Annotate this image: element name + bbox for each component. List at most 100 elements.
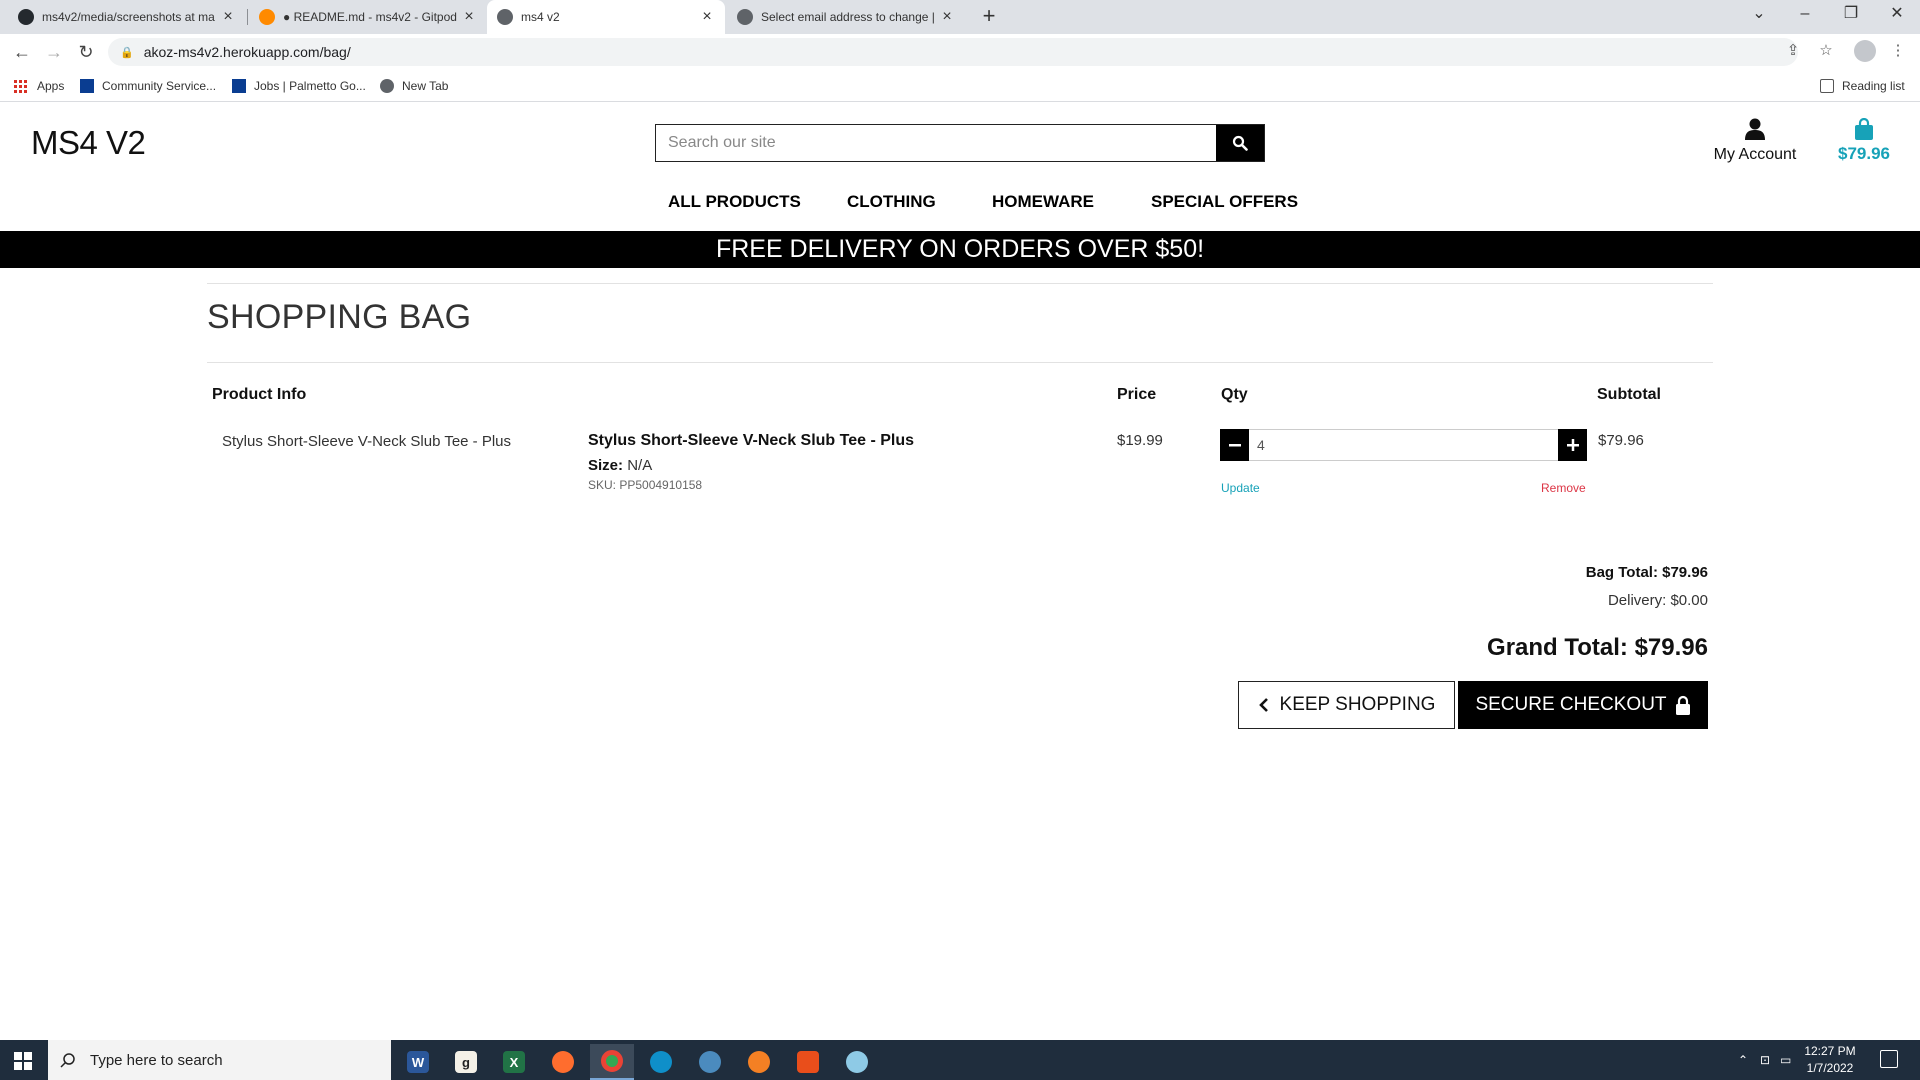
paint-app-icon[interactable] — [835, 1044, 879, 1080]
address-bar-row: ← → ↻ 🔒 akoz-ms4v2.herokuapp.com/bag/ ⇪ … — [0, 34, 1920, 70]
quantity-input[interactable] — [1249, 429, 1558, 461]
bookmark-new-tab[interactable]: New Tab — [380, 70, 448, 102]
shopping-bag-icon — [1855, 118, 1873, 140]
site-logo[interactable]: MS4 V2 — [31, 124, 146, 162]
excel-app-icon[interactable]: X — [492, 1044, 536, 1080]
goodreads-app-icon[interactable]: g — [444, 1044, 488, 1080]
bag-total: Bag Total: $79.96 — [1585, 564, 1708, 581]
header-qty: Qty — [1221, 386, 1248, 403]
gitpod-icon — [259, 9, 275, 25]
update-link[interactable]: Update — [1221, 481, 1260, 495]
windows-taskbar: Type here to search W g X ⌃ ⊡ ▭ 12:27 PM… — [0, 1040, 1920, 1080]
secure-checkout-button[interactable]: SECURE CHECKOUT — [1458, 681, 1708, 729]
keep-shopping-label: KEEP SHOPPING — [1279, 694, 1436, 715]
share-icon[interactable]: ⇪ — [1782, 40, 1804, 62]
firefox-app-icon[interactable] — [541, 1044, 585, 1080]
apps-grid-icon — [14, 79, 27, 93]
bookmark-jobs-palmetto[interactable]: Jobs | Palmetto Go... — [232, 70, 366, 102]
new-tab-button[interactable]: + — [976, 4, 1002, 30]
user-icon — [1745, 118, 1765, 140]
python-app-icon[interactable] — [688, 1044, 732, 1080]
tray-chevron-icon[interactable]: ⌃ — [1738, 1040, 1748, 1080]
nav-clothing[interactable]: CLOTHING — [847, 192, 936, 212]
minimize-button[interactable]: – — [1782, 0, 1828, 30]
nav-special-offers[interactable]: SPECIAL OFFERS — [1151, 192, 1298, 212]
search-input[interactable] — [656, 125, 1216, 161]
tray-network-icon[interactable]: ⊡ — [1760, 1040, 1770, 1080]
app-icon-orange[interactable] — [737, 1044, 781, 1080]
taskbar-search[interactable]: Type here to search — [48, 1040, 391, 1080]
close-tab-icon[interactable]: × — [699, 8, 715, 26]
reload-icon[interactable]: ↻ — [74, 40, 98, 64]
bookmark-label: Jobs | Palmetto Go... — [254, 79, 366, 93]
reading-list[interactable]: Reading list — [1820, 70, 1905, 102]
increment-button[interactable] — [1558, 429, 1587, 461]
search-icon — [1232, 135, 1248, 151]
size-label: Size: — [588, 457, 624, 474]
browser-tab-ms4v2[interactable]: ms4 v2 × — [487, 0, 725, 34]
browser-tab-admin[interactable]: Select email address to change | × — [727, 0, 965, 34]
search-button[interactable] — [1216, 125, 1264, 161]
keep-shopping-button[interactable]: KEEP SHOPPING — [1238, 681, 1455, 729]
lock-icon — [1675, 695, 1690, 715]
browser-tab-bar: ms4v2/media/screenshots at ma × ● README… — [0, 0, 1920, 34]
product-name: Stylus Short-Sleeve V-Neck Slub Tee - Pl… — [588, 432, 915, 449]
product-size: Size: N/A — [588, 457, 652, 474]
page-title: SHOPPING BAG — [207, 298, 472, 336]
url-field[interactable]: 🔒 akoz-ms4v2.herokuapp.com/bag/ — [108, 38, 1798, 66]
taskbar-search-placeholder: Type here to search — [90, 1051, 223, 1069]
tab-label: Select email address to change | — [761, 10, 935, 24]
close-window-button[interactable]: ✕ — [1874, 0, 1920, 30]
tab-label: ms4 v2 — [521, 10, 560, 24]
menu-dots-icon[interactable]: ⋮ — [1887, 40, 1909, 62]
grand-total: Grand Total: $79.96 — [1487, 634, 1708, 661]
chevron-left-icon — [1258, 698, 1268, 712]
close-tab-icon[interactable]: × — [220, 8, 236, 26]
my-account-link[interactable]: My Account — [1710, 118, 1800, 164]
chrome-app-icon[interactable] — [590, 1044, 634, 1080]
bookmark-favicon-icon — [80, 79, 94, 93]
clock-date: 1/7/2022 — [1806, 1061, 1854, 1075]
star-icon[interactable]: ☆ — [1815, 40, 1837, 62]
close-tab-icon[interactable]: × — [461, 8, 477, 26]
divider — [207, 362, 1713, 363]
restore-button[interactable]: ❐ — [1828, 0, 1874, 30]
bookmark-label: New Tab — [402, 79, 449, 93]
product-image: Stylus Short-Sleeve V-Neck Slub Tee - Pl… — [222, 433, 511, 450]
profile-avatar[interactable] — [1854, 40, 1876, 62]
product-image-alt: Stylus Short-Sleeve V-Neck Slub Tee - Pl… — [222, 433, 512, 450]
reading-list-label: Reading list — [1842, 79, 1905, 93]
nav-all-products[interactable]: ALL PRODUCTS — [668, 192, 801, 212]
app-icon-bars[interactable] — [786, 1044, 830, 1080]
edge-app-icon[interactable] — [639, 1044, 683, 1080]
nav-homeware[interactable]: HOMEWARE — [992, 192, 1094, 212]
back-icon[interactable]: ← — [10, 40, 34, 64]
globe-icon — [497, 9, 513, 25]
browser-tab-github[interactable]: ms4v2/media/screenshots at ma × — [8, 0, 246, 34]
tab-search-icon[interactable]: ⌄ — [1736, 0, 1782, 30]
windows-start-icon[interactable] — [14, 1052, 32, 1070]
bag-link[interactable]: $79.96 — [1832, 118, 1896, 164]
lock-icon: 🔒 — [120, 46, 134, 59]
forward-icon[interactable]: → — [42, 40, 66, 64]
main-nav: ALL PRODUCTS CLOTHING HOMEWARE SPECIAL O… — [0, 192, 1920, 214]
taskbar-clock[interactable]: 12:27 PM 1/7/2022 — [1796, 1043, 1864, 1077]
product-sku: SKU: PP5004910158 — [588, 478, 703, 492]
bookmark-community-service[interactable]: Community Service... — [80, 70, 216, 102]
header-subtotal: Subtotal — [1597, 386, 1661, 403]
word-app-icon[interactable]: W — [396, 1044, 440, 1080]
globe-icon — [380, 79, 394, 93]
tray-monitor-icon[interactable]: ▭ — [1780, 1040, 1791, 1080]
notification-icon[interactable] — [1880, 1050, 1898, 1068]
close-tab-icon[interactable]: × — [939, 8, 955, 26]
bookmarks-bar: Apps Community Service... Jobs | Palmett… — [0, 70, 1920, 102]
remove-link[interactable]: Remove — [1541, 481, 1586, 495]
tab-label: ms4v2/media/screenshots at ma — [42, 10, 215, 24]
free-delivery-banner: FREE DELIVERY ON ORDERS OVER $50! — [0, 231, 1920, 268]
browser-tab-gitpod[interactable]: ● README.md - ms4v2 - Gitpod × — [249, 0, 487, 34]
plus-icon — [1566, 439, 1579, 451]
product-subtotal: $79.96 — [1598, 432, 1644, 449]
decrement-button[interactable] — [1220, 429, 1249, 461]
bookmark-favicon-icon — [232, 79, 246, 93]
bookmark-apps[interactable]: Apps — [14, 70, 64, 102]
